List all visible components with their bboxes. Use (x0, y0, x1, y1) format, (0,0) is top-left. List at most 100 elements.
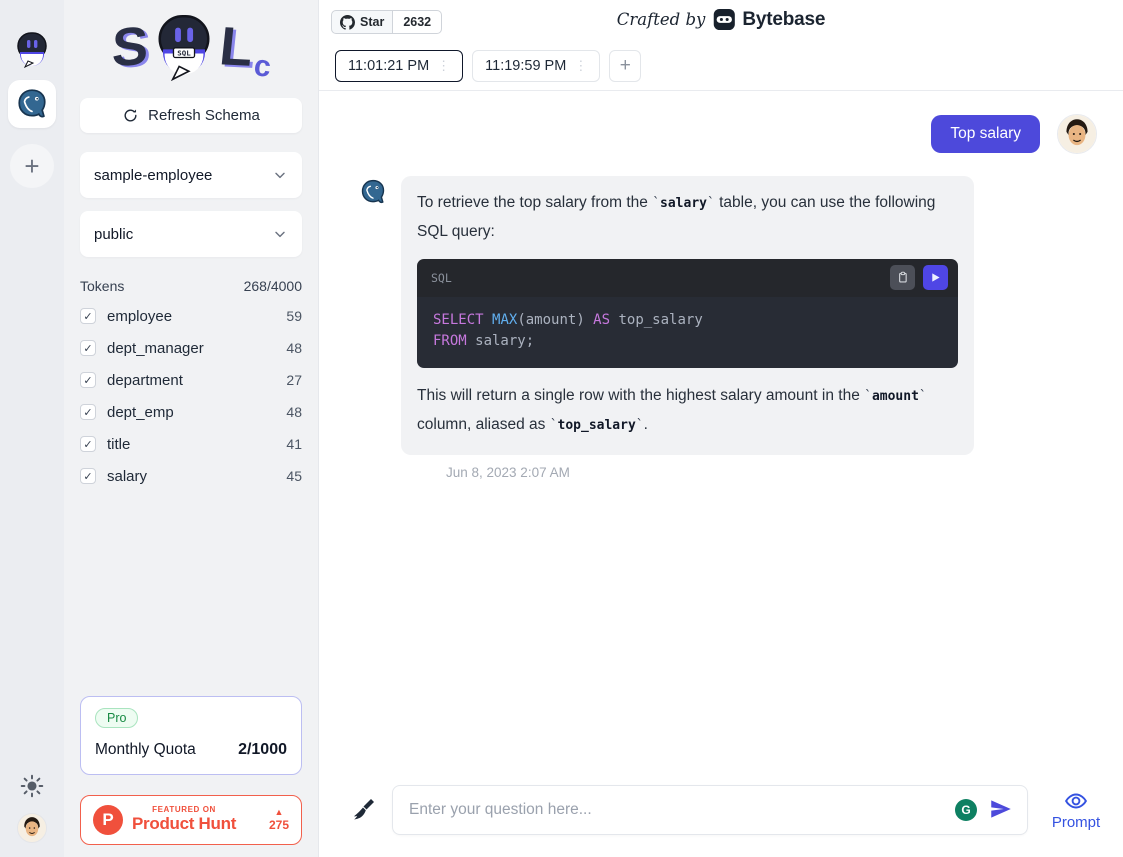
assistant-avatar (359, 178, 387, 206)
table-row: ✓salary45 (80, 460, 302, 492)
tokens-summary: Tokens 268/4000 (80, 278, 302, 294)
new-conversation-button[interactable]: + (609, 50, 641, 82)
prompt-button[interactable]: Prompt (1043, 789, 1109, 831)
table-token-count: 59 (286, 308, 302, 324)
chevron-down-icon (272, 226, 288, 242)
product-hunt-badge[interactable]: P FEATURED ON Product Hunt ▲ 275 (80, 795, 302, 845)
table-name: dept_emp (107, 404, 275, 421)
github-star-label: Star (360, 15, 384, 29)
database-selector-value: sample-employee (94, 167, 212, 184)
main-header: Star 2632 Crafted by Bytebase 11:01:21 P… (319, 0, 1123, 91)
question-input-container: G (392, 785, 1028, 835)
table-row: ✓ dept_emp 48 (80, 396, 302, 428)
chat-area: Top salary (319, 91, 1123, 857)
refresh-icon (122, 107, 139, 124)
table-checkbox[interactable]: ✓ (80, 340, 96, 356)
table-row: ✓dept_manager48 (80, 332, 302, 364)
table-row: ✓ employee 59 (80, 300, 302, 332)
table-checkbox[interactable]: ✓ (80, 436, 96, 452)
table-checkbox[interactable]: ✓ (80, 468, 96, 484)
table-token-count: 48 (286, 340, 302, 356)
send-icon (988, 796, 1014, 822)
table-checkbox[interactable]: ✓ (80, 308, 96, 324)
sql-code-block: SQL (417, 259, 958, 368)
upvote-count: 275 (269, 818, 289, 832)
table-name: employee (107, 308, 275, 325)
github-icon (340, 15, 355, 30)
logo-letter-s: S (111, 19, 148, 75)
code-actions (890, 265, 948, 290)
svg-text:SQL: SQL (177, 49, 191, 58)
user-face-icon (1058, 115, 1096, 153)
send-button[interactable] (987, 796, 1015, 824)
copy-code-button[interactable] (890, 265, 915, 290)
sidebar: S SQL L c Refresh Schema sample-employee… (64, 0, 319, 857)
sun-icon (19, 773, 45, 799)
table-row: ✓ department 27 (80, 364, 302, 396)
product-hunt-text: FEATURED ON Product Hunt (132, 806, 236, 833)
code-block-header: SQL (417, 259, 958, 297)
tokens-value: 268/4000 (244, 278, 302, 294)
upvote-icon: ▲ (275, 807, 284, 818)
connection-rail: + (0, 0, 64, 857)
schema-selector[interactable]: public (80, 211, 302, 257)
table-list: ✓employee59✓dept_manager48✓department27✓… (80, 300, 302, 492)
product-hunt-icon: P (93, 805, 123, 835)
table-row: ✓title41 (80, 428, 302, 460)
logo-letter-c: c (252, 49, 272, 85)
refresh-schema-button[interactable]: Refresh Schema (80, 98, 302, 133)
tab-label: 11:01:21 PM (348, 58, 429, 74)
product-hunt-name: Product Hunt (132, 815, 236, 834)
user-avatar (1057, 114, 1097, 154)
user-message-bubble: Top salary (931, 115, 1040, 153)
quota-value: 2/1000 (238, 741, 287, 759)
table-name: title (107, 436, 275, 453)
play-icon (930, 272, 941, 283)
assistant-paragraph-1: To retrieve the top salary from the sala… (417, 189, 958, 246)
table-token-count: 27 (286, 372, 302, 388)
conversation-tabs: 11:01:21 PM ⋮ 11:19:59 PM ⋮ + (331, 50, 1111, 90)
kebab-menu-icon[interactable]: ⋮ (574, 58, 587, 74)
user-account-avatar[interactable] (17, 813, 47, 843)
main-area: Star 2632 Crafted by Bytebase 11:01:21 P… (319, 0, 1123, 857)
add-connection-button[interactable]: + (10, 144, 54, 188)
run-query-button[interactable] (923, 265, 948, 290)
product-hunt-upvotes: ▲ 275 (269, 807, 289, 832)
connection-postgresql[interactable] (8, 80, 56, 128)
theme-toggle-button[interactable] (19, 773, 45, 799)
crafted-by-label: Crafted by (617, 10, 706, 29)
database-selector[interactable]: sample-employee (80, 152, 302, 198)
sqlchat-bot-icon (13, 30, 51, 68)
broom-icon (352, 797, 376, 821)
sqlchat-logo: S SQL L c (64, 4, 318, 90)
user-message-row: Top salary (359, 114, 1097, 154)
tab-conversation-2[interactable]: 11:19:59 PM ⋮ (472, 50, 600, 82)
sqlchat-bot-avatar[interactable] (13, 30, 51, 68)
tab-label: 11:19:59 PM (485, 58, 566, 74)
code-line: FROM salary; (433, 331, 942, 353)
code-line: SELECT MAX(amount) AS top_salary (433, 310, 942, 332)
table-token-count: 45 (286, 468, 302, 484)
eye-icon (1064, 789, 1088, 813)
kebab-menu-icon[interactable]: ⋮ (437, 58, 450, 74)
table-token-count: 48 (286, 404, 302, 420)
question-input[interactable] (409, 801, 945, 819)
table-checkbox[interactable]: ✓ (80, 372, 96, 388)
logo-letter-l: L (217, 19, 256, 75)
pro-badge: Pro (95, 708, 138, 728)
quota-card: Pro Monthly Quota 2/1000 (80, 696, 302, 775)
table-name: department (107, 372, 275, 389)
clipboard-icon (896, 271, 909, 284)
clear-conversation-button[interactable] (351, 797, 377, 823)
inline-code: amount (864, 389, 927, 404)
refresh-schema-label: Refresh Schema (148, 107, 260, 124)
brand-credit[interactable]: Crafted by Bytebase (617, 8, 825, 31)
table-checkbox[interactable]: ✓ (80, 404, 96, 420)
logo-bot-icon: SQL (153, 13, 215, 81)
composer: G Prompt (319, 779, 1123, 857)
tab-conversation-1[interactable]: 11:01:21 PM ⋮ (335, 50, 463, 82)
assistant-message-bubble: To retrieve the top salary from the sala… (401, 176, 974, 455)
github-star-widget[interactable]: Star 2632 (331, 10, 442, 34)
chevron-down-icon (272, 167, 288, 183)
grammarly-icon[interactable]: G (955, 799, 977, 821)
